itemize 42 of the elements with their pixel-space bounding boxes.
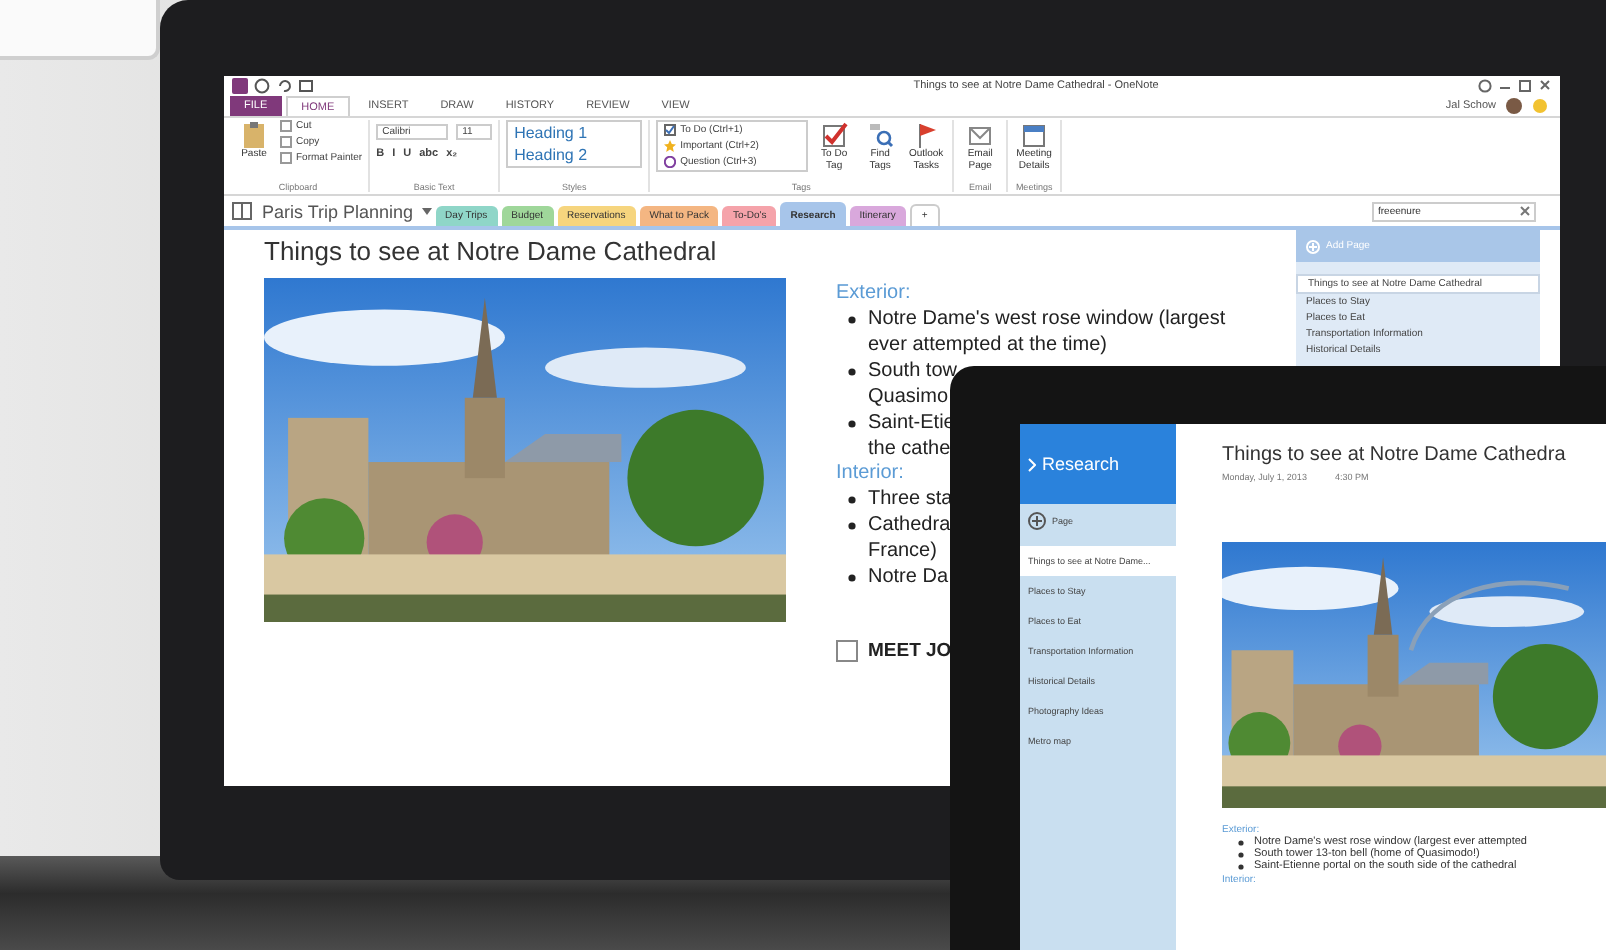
clipboard-icon <box>240 120 268 150</box>
close-icon[interactable] <box>1538 78 1552 94</box>
bullet-icon <box>848 496 856 504</box>
caret-icon[interactable] <box>421 207 432 215</box>
bullet-icon <box>848 420 856 428</box>
style-option[interactable]: Heading 1 <box>514 124 635 142</box>
bullet-icon <box>848 368 856 376</box>
section-header[interactable]: Research <box>1020 424 1176 504</box>
notebook-name[interactable]: Paris Trip Planning <box>262 201 414 221</box>
notebook-icon <box>232 202 252 220</box>
bullet-text: ever attempted at the time) <box>868 332 1110 358</box>
note-heading: Exterior: <box>836 282 911 306</box>
bullet-icon <box>1238 839 1244 845</box>
magnifier-icon <box>866 120 895 150</box>
plus-circle-icon <box>1028 512 1046 530</box>
bullet-text: Quasimo <box>868 384 951 410</box>
bullet-text: France) <box>868 538 939 564</box>
page-title: Things to see at Notre Dame Cathedral <box>264 236 719 266</box>
note-heading: Interior: <box>836 462 904 486</box>
onenote-logo-icon <box>232 78 248 94</box>
bullet-icon <box>1238 851 1244 857</box>
page-title: Things to see at Notre Dame Cathedra <box>1222 444 1568 466</box>
undo-icon[interactable] <box>276 78 292 94</box>
checkbox[interactable] <box>836 640 858 662</box>
star-icon <box>664 140 677 152</box>
bullet-text: Notre Dame's west rose window (largest <box>868 306 1226 332</box>
bullet-text: Notre Da <box>868 564 949 590</box>
bullet-text: the cathe <box>868 436 953 462</box>
bullet-text: South tow <box>868 358 957 384</box>
avatar-icon[interactable] <box>1506 98 1522 114</box>
clear-icon[interactable] <box>1520 206 1530 216</box>
bullet-icon <box>848 316 856 324</box>
todo-text: MEET JO <box>868 640 952 662</box>
style-option[interactable]: Heading 2 <box>514 146 635 164</box>
bullet-icon <box>848 522 856 530</box>
bullet-icon <box>848 574 856 582</box>
checkbox-icon <box>664 124 677 136</box>
chevron-icon <box>1028 457 1036 471</box>
maximize-icon[interactable] <box>1518 78 1532 94</box>
bullet-icon <box>1238 863 1244 869</box>
plus-circle-icon <box>1306 239 1320 253</box>
bullet-text: Cathedra <box>868 512 951 538</box>
